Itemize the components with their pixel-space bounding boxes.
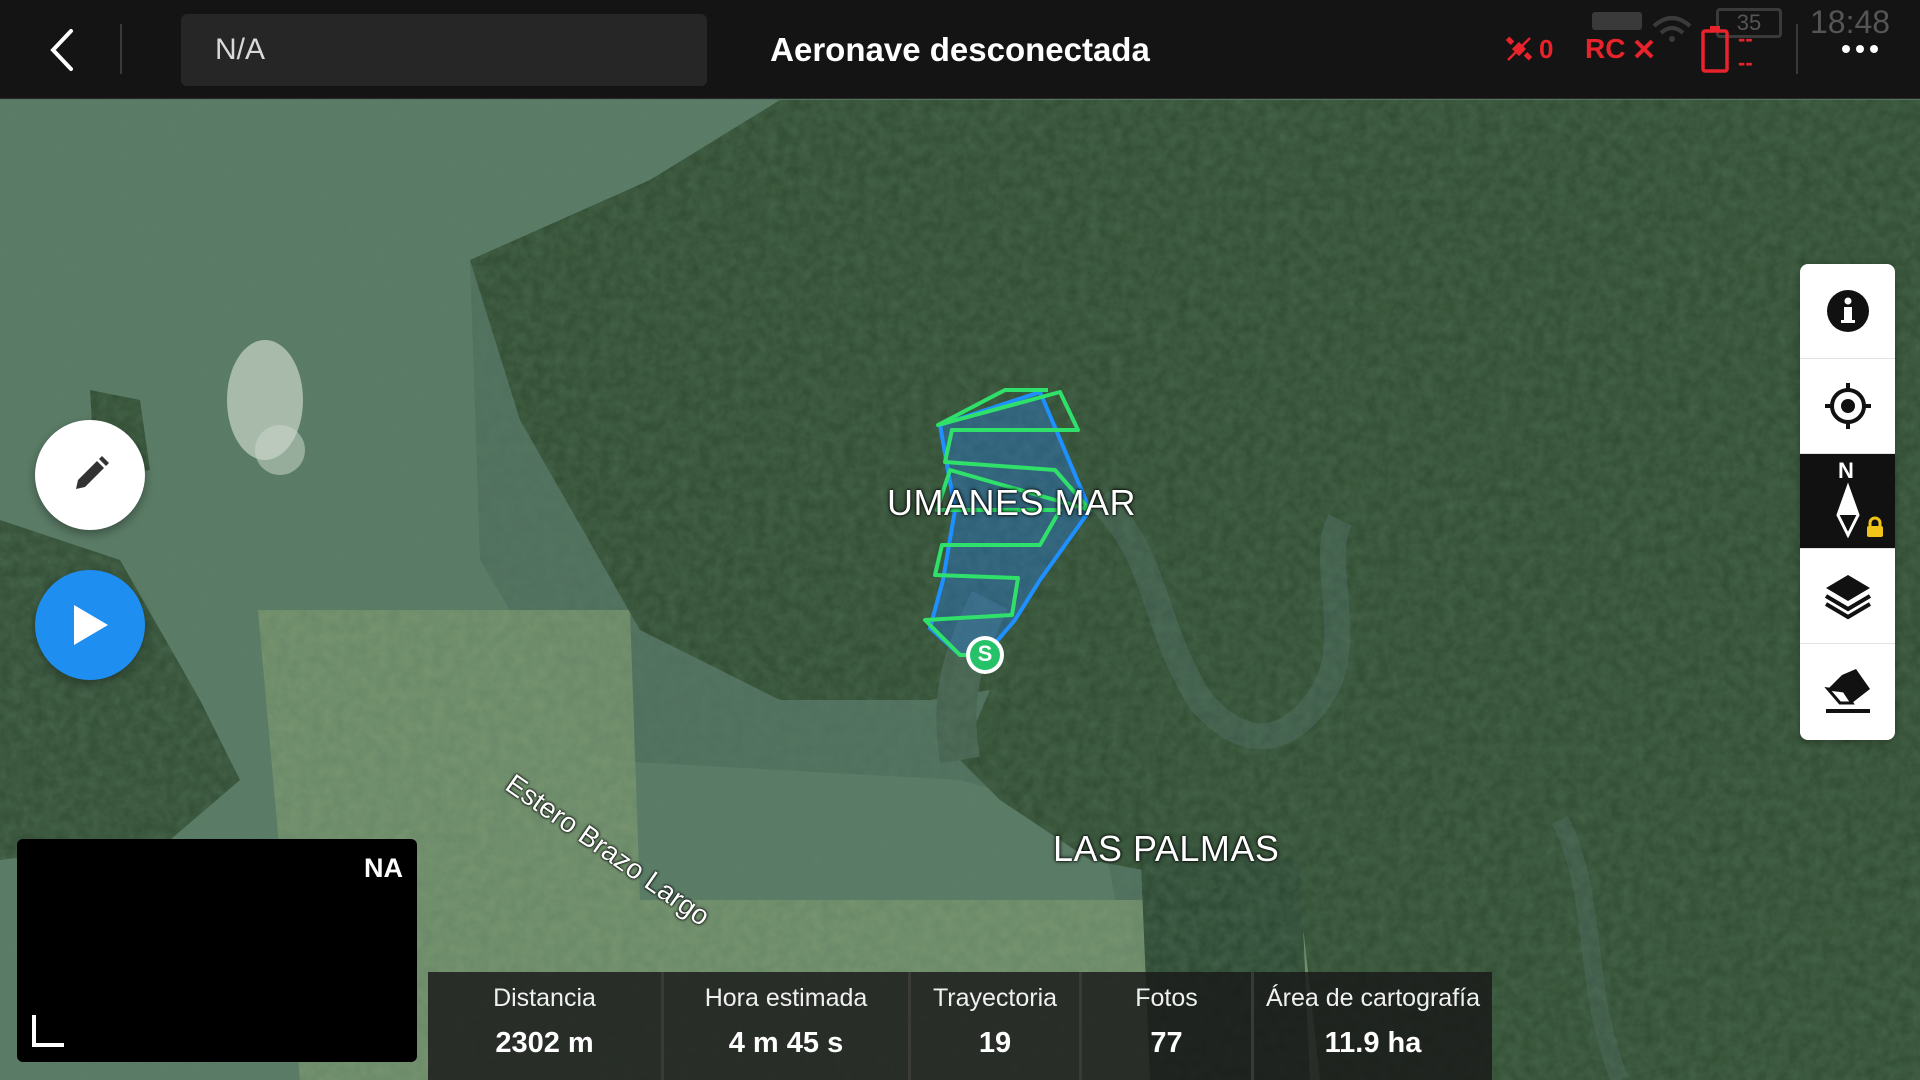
more-dot-icon <box>1856 45 1864 53</box>
battery-icon <box>1701 26 1729 73</box>
wifi-icon <box>1652 16 1692 42</box>
mission-name-field[interactable]: N/A <box>181 14 707 86</box>
map-label-umanes: UMANES MAR <box>887 482 1137 523</box>
clear-map-button[interactable] <box>1800 644 1895 738</box>
pencil-icon <box>76 456 109 489</box>
start-mission-button[interactable] <box>35 570 145 680</box>
locate-icon <box>1824 383 1871 429</box>
compass-north-icon <box>1835 482 1860 539</box>
lock-icon <box>1867 516 1883 537</box>
more-options-button[interactable] <box>1830 26 1890 72</box>
stat-value: 4 m 45 s <box>728 1027 844 1059</box>
stat-mapping-area: Área de cartografía 11.9 ha <box>1254 972 1492 1080</box>
camera-preview[interactable]: NA <box>17 839 417 1062</box>
divider <box>1796 24 1798 74</box>
camera-status: NA <box>364 853 403 883</box>
battery-value-1: -- <box>1738 26 1753 51</box>
compass-lock-button[interactable]: N <box>1800 454 1895 549</box>
divider <box>120 24 122 74</box>
aircraft-battery-status[interactable]: -- -- <box>1700 0 1753 98</box>
remote-controller-icon <box>1592 12 1642 30</box>
satellite-off-icon <box>1505 36 1533 61</box>
info-button[interactable] <box>1800 264 1895 359</box>
expand-corner-icon[interactable] <box>32 1015 64 1047</box>
stat-value: 19 <box>978 1027 1012 1059</box>
chevron-left-icon <box>50 29 73 71</box>
eraser-icon <box>1823 669 1870 713</box>
mission-stats-panel: Distancia 2302 m Hora estimada 4 m 45 s … <box>428 972 1492 1080</box>
satellite-count: 0 <box>1539 33 1554 64</box>
layers-icon <box>1824 575 1871 620</box>
map-toolbar: N <box>1800 264 1895 740</box>
rc-label: RC <box>1585 33 1626 64</box>
satellite-status[interactable]: 0 <box>1505 0 1553 98</box>
stat-distance: Distancia 2302 m <box>428 972 664 1080</box>
stat-label: Área de cartografía <box>1265 984 1480 1012</box>
stat-trajectory: Trayectoria 19 <box>911 972 1082 1080</box>
stat-estimated-time: Hora estimada 4 m 45 s <box>664 972 911 1080</box>
compass-north-label: N <box>1838 458 1854 483</box>
back-button[interactable] <box>34 22 90 78</box>
map-label-las-palmas: LAS PALMAS <box>1053 828 1280 869</box>
info-icon <box>1826 290 1869 332</box>
connection-status-title: Aeronave desconectada <box>770 31 1150 68</box>
stat-value: 11.9 ha <box>1324 1027 1422 1059</box>
more-dot-icon <box>1842 45 1850 53</box>
stat-label: Fotos <box>1135 984 1198 1012</box>
stat-label: Trayectoria <box>932 984 1058 1012</box>
stat-photos: Fotos 77 <box>1082 972 1254 1080</box>
stat-value: 2302 m <box>495 1027 594 1059</box>
locate-button[interactable] <box>1800 359 1895 454</box>
edit-mission-button[interactable] <box>35 420 145 530</box>
stat-label: Hora estimada <box>704 984 868 1012</box>
top-bar: N/A Aeronave desconectada 0 RC 35 18:48 … <box>0 0 1920 99</box>
more-dot-icon <box>1870 45 1878 53</box>
start-marker-label: S <box>977 641 993 666</box>
stat-value: 77 <box>1150 1027 1183 1059</box>
play-icon <box>74 605 108 645</box>
battery-value-2: -- <box>1738 50 1753 75</box>
stat-label: Distancia <box>493 984 596 1012</box>
map-layers-button[interactable] <box>1800 549 1895 644</box>
